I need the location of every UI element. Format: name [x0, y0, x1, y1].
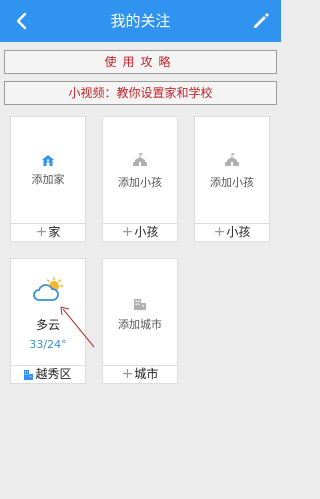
- child-footer-2[interactable]: +小孩: [195, 223, 269, 241]
- add-child-card-1[interactable]: 添加小孩 +小孩: [102, 116, 178, 242]
- child-footer-1[interactable]: +小孩: [103, 223, 177, 241]
- building-icon: [24, 369, 34, 380]
- school-icon: [133, 153, 147, 166]
- add-city-label: 添加城市: [118, 318, 162, 331]
- partly-cloudy-icon: [33, 277, 63, 301]
- edit-pencil-icon[interactable]: [251, 11, 271, 31]
- city-footer[interactable]: 越秀区: [11, 365, 85, 383]
- usage-guide-button[interactable]: 使用攻略: [4, 50, 277, 74]
- plus-icon: +: [121, 224, 134, 240]
- home-footer[interactable]: +家: [11, 223, 85, 241]
- add-home-card[interactable]: 添加家 +家: [10, 116, 86, 242]
- home-footer-label: 家: [48, 225, 61, 239]
- add-city-footer-label: 城市: [134, 367, 159, 381]
- add-city-card[interactable]: 添加城市 +城市: [102, 258, 178, 384]
- school-icon: [225, 153, 239, 166]
- city-name: 越秀区: [35, 367, 72, 381]
- page-title: 我的关注: [110, 12, 171, 30]
- child-footer-label-2: 小孩: [226, 225, 251, 239]
- child-footer-label-1: 小孩: [134, 225, 159, 239]
- video-tutorial-button[interactable]: 小视频：教你设置家和学校: [4, 81, 277, 105]
- plus-icon: +: [213, 224, 226, 240]
- pointer-arrow-annotation: [60, 306, 95, 348]
- add-child-card-2[interactable]: 添加小孩 +小孩: [194, 116, 270, 242]
- building-icon: [134, 299, 146, 310]
- top-bar: 我的关注: [0, 0, 281, 42]
- plus-icon: +: [121, 366, 134, 382]
- add-city-footer[interactable]: +城市: [103, 365, 177, 383]
- home-icon: [42, 155, 54, 166]
- plus-icon: +: [35, 224, 48, 240]
- add-home-label: 添加家: [31, 173, 65, 186]
- add-child-label-1: 添加小孩: [118, 176, 162, 189]
- weather-city-card[interactable]: 多云 33/24° 越秀区: [10, 258, 95, 384]
- add-child-label-2: 添加小孩: [210, 176, 254, 189]
